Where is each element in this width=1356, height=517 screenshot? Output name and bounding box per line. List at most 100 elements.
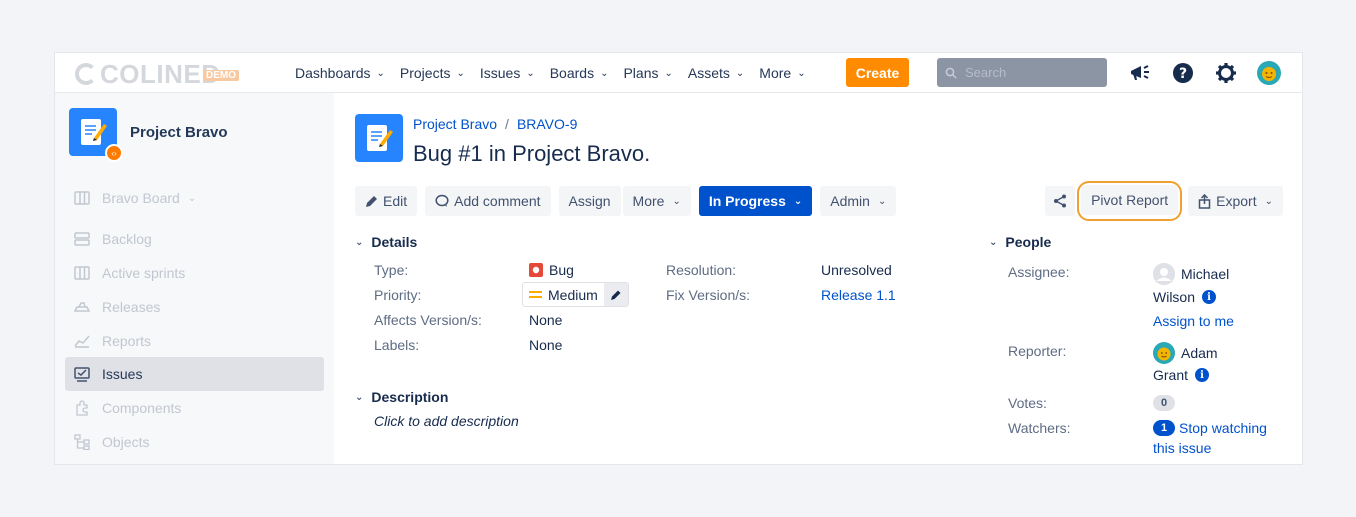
demo-badge: DEMO bbox=[203, 70, 239, 81]
breadcrumb-project-link[interactable]: Project Bravo bbox=[413, 116, 497, 132]
assign-button[interactable]: Assign bbox=[558, 186, 621, 216]
sidebar-item-backlog[interactable]: Backlog bbox=[65, 222, 324, 256]
resolution-value: Unresolved bbox=[821, 262, 892, 278]
notebook-icon bbox=[367, 125, 393, 151]
chevron-down-icon: ⌄ bbox=[355, 236, 364, 248]
assignee-label: Assignee: bbox=[1008, 264, 1070, 280]
add-comment-button[interactable]: Add comment bbox=[425, 186, 551, 216]
details-section-toggle[interactable]: ⌄ Details bbox=[355, 234, 417, 250]
description-heading: Description bbox=[371, 389, 449, 405]
details-heading: Details bbox=[371, 234, 418, 250]
fix-version-label: Fix Version/s: bbox=[666, 287, 751, 303]
chevron-down-icon: ⌄ bbox=[355, 391, 364, 403]
breadcrumb-issue-key-link[interactable]: BRAVO-9 bbox=[517, 116, 577, 132]
stop-watching-link[interactable]: 1 Stop watching bbox=[1153, 420, 1267, 436]
labels-value: None bbox=[529, 337, 563, 353]
top-icons: ? bbox=[1127, 60, 1299, 86]
chevron-down-icon: ⌄ bbox=[376, 67, 385, 79]
assignee-name-line1[interactable]: Michael bbox=[1153, 263, 1229, 285]
chevron-down-icon: ⌄ bbox=[989, 236, 998, 248]
chevron-down-icon: ⌄ bbox=[793, 195, 803, 207]
priority-label: Priority: bbox=[374, 287, 422, 303]
pivot-report-button[interactable]: Pivot Report bbox=[1081, 185, 1179, 215]
create-button[interactable]: Create bbox=[846, 58, 909, 87]
sidebar-item-components[interactable]: Components bbox=[65, 391, 324, 425]
votes-label: Votes: bbox=[1008, 395, 1047, 411]
sidebar-item-label: Reports bbox=[102, 333, 152, 349]
assignee-name-line2[interactable]: Wilson i bbox=[1153, 289, 1217, 305]
chevron-down-icon: ⌄ bbox=[456, 67, 465, 79]
colined-logo[interactable]: COLINED bbox=[75, 59, 221, 89]
resolution-label: Resolution: bbox=[666, 262, 737, 278]
profile-avatar[interactable] bbox=[1256, 60, 1282, 86]
chevron-down-icon: ⌄ bbox=[187, 192, 197, 204]
fix-version-link[interactable]: Release 1.1 bbox=[821, 287, 896, 303]
share-button[interactable] bbox=[1045, 186, 1076, 216]
stop-watching-text-2[interactable]: this issue bbox=[1153, 440, 1211, 456]
menu-boards[interactable]: Boards ⌄ bbox=[550, 65, 609, 81]
menu-more[interactable]: More ⌄ bbox=[759, 65, 805, 81]
people-section-toggle[interactable]: ⌄ People bbox=[989, 234, 1051, 250]
description-section-toggle[interactable]: ⌄ Description bbox=[355, 389, 448, 405]
issues-icon bbox=[73, 365, 91, 383]
priority-edit-pencil-icon[interactable] bbox=[603, 283, 628, 306]
main-menu: Dashboards ⌄ Projects ⌄ Issues ⌄ Boards ⌄ Pl… bbox=[295, 53, 821, 93]
info-icon[interactable]: i bbox=[1202, 290, 1217, 304]
export-button[interactable]: Export ⌄ bbox=[1188, 186, 1283, 216]
chevron-down-icon: ⌄ bbox=[1264, 195, 1273, 207]
help-icon[interactable]: ? bbox=[1170, 60, 1196, 86]
sidebar-item-label: Active sprints bbox=[102, 265, 186, 281]
pencil-icon bbox=[365, 195, 378, 208]
more-button[interactable]: More ⌄ bbox=[622, 186, 691, 216]
affects-version-label: Affects Version/s: bbox=[374, 312, 482, 328]
sidebar: ‹› Project Bravo Bravo Board ⌄ Backlog A… bbox=[55, 93, 334, 464]
gear-icon[interactable] bbox=[1213, 60, 1239, 86]
menu-label: Plans bbox=[623, 65, 659, 81]
sidebar-item-issues[interactable]: Issues bbox=[65, 357, 324, 391]
comment-icon bbox=[435, 194, 449, 208]
reports-icon bbox=[73, 332, 91, 350]
bug-icon bbox=[529, 263, 543, 277]
chevron-down-icon: ⌄ bbox=[526, 67, 535, 79]
svg-text:?: ? bbox=[1179, 66, 1187, 82]
menu-projects[interactable]: Projects ⌄ bbox=[400, 65, 465, 81]
sidebar-item-reports[interactable]: Reports bbox=[65, 324, 324, 358]
project-header[interactable]: ‹› Project Bravo bbox=[69, 108, 228, 162]
reporter-avatar bbox=[1153, 342, 1175, 364]
reporter-first-name: Adam bbox=[1181, 345, 1218, 361]
board-label: Bravo Board bbox=[102, 190, 180, 206]
status-label: In Progress bbox=[708, 193, 786, 209]
status-in-progress-button[interactable]: In Progress ⌄ bbox=[698, 186, 813, 216]
edit-label: Edit bbox=[383, 193, 408, 209]
megaphone-icon[interactable] bbox=[1127, 60, 1153, 86]
edit-button[interactable]: Edit bbox=[355, 186, 418, 216]
affects-version-value: None bbox=[529, 312, 563, 328]
search-box[interactable] bbox=[937, 58, 1107, 87]
issue-title[interactable]: Bug #1 in Project Bravo. bbox=[413, 141, 650, 167]
sidebar-item-releases[interactable]: Releases bbox=[65, 290, 324, 324]
admin-label: Admin bbox=[830, 193, 870, 209]
project-name: Project Bravo bbox=[130, 123, 228, 141]
menu-label: Issues bbox=[479, 65, 521, 81]
issue-right-toolbar: Pivot Report Export ⌄ bbox=[1045, 181, 1283, 221]
description-placeholder[interactable]: Click to add description bbox=[374, 413, 519, 429]
issue-view: Project Bravo / BRAVO-9 Bug #1 in Projec… bbox=[334, 93, 1302, 464]
menu-issues[interactable]: Issues ⌄ bbox=[480, 65, 535, 81]
sidebar-item-active-sprints[interactable]: Active sprints bbox=[65, 256, 324, 290]
reporter-name-line2[interactable]: Grant i bbox=[1153, 367, 1210, 383]
votes-value[interactable]: 0 bbox=[1153, 395, 1175, 411]
sidebar-item-objects[interactable]: Objects bbox=[65, 425, 324, 459]
menu-label: Projects bbox=[399, 65, 451, 81]
stop-watching-text-1: Stop watching bbox=[1179, 420, 1267, 436]
menu-assets[interactable]: Assets ⌄ bbox=[688, 65, 744, 81]
search-input[interactable] bbox=[965, 65, 1095, 80]
reporter-name-line1[interactable]: Adam bbox=[1153, 342, 1218, 364]
menu-dashboards[interactable]: Dashboards ⌄ bbox=[295, 65, 385, 81]
admin-button[interactable]: Admin ⌄ bbox=[820, 186, 897, 216]
menu-plans[interactable]: Plans ⌄ bbox=[623, 65, 672, 81]
releases-icon bbox=[73, 298, 91, 316]
info-icon[interactable]: i bbox=[1195, 368, 1210, 382]
sidebar-board-selector[interactable]: Bravo Board ⌄ bbox=[65, 181, 324, 215]
assign-to-me-link[interactable]: Assign to me bbox=[1153, 313, 1234, 329]
priority-field[interactable]: Medium bbox=[522, 282, 629, 307]
